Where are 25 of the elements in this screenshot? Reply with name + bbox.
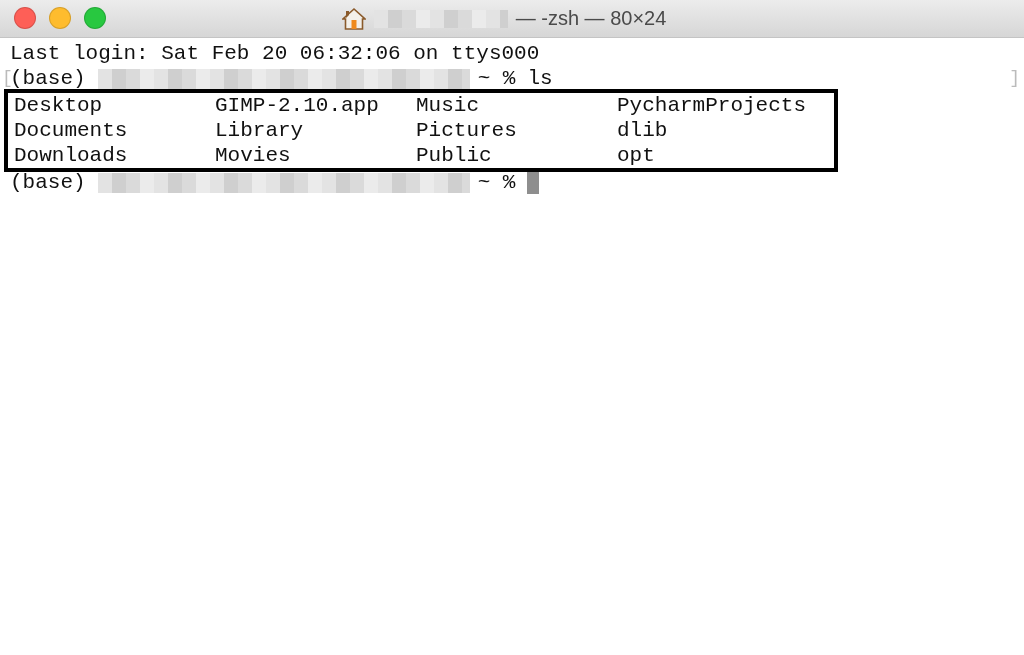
file-name: dlib bbox=[617, 118, 669, 143]
file-name: Public bbox=[416, 143, 493, 168]
prompt-env: (base) bbox=[10, 170, 86, 195]
bracket-mark: [ bbox=[2, 67, 13, 90]
command-text: ls bbox=[527, 66, 553, 91]
house-icon bbox=[341, 6, 366, 31]
file-name: GIMP-2.10.app bbox=[215, 93, 380, 118]
prompt-env: (base) bbox=[10, 66, 86, 91]
file-name: Documents bbox=[14, 118, 129, 143]
minimize-button[interactable] bbox=[49, 7, 71, 29]
file-name: PycharmProjects bbox=[617, 93, 808, 118]
file-name: Pictures bbox=[416, 118, 518, 143]
terminal-text: Last login: Sat Feb 20 06:32:06 on ttys000 bbox=[10, 41, 540, 66]
close-button[interactable] bbox=[14, 7, 36, 29]
file-name: Movies bbox=[215, 143, 292, 168]
file-name: opt bbox=[617, 143, 656, 168]
file-name: Desktop bbox=[14, 93, 104, 118]
prompt-symbol: ~ % bbox=[477, 170, 516, 195]
bracket-mark: ] bbox=[1009, 67, 1020, 90]
window-title: — -zsh — 80×24 bbox=[515, 7, 667, 30]
file-name: Library bbox=[215, 118, 305, 143]
prompt-symbol: ~ % bbox=[477, 66, 516, 91]
file-name: Music bbox=[416, 93, 480, 118]
file-name: Downloads bbox=[14, 143, 129, 168]
zoom-button[interactable] bbox=[84, 7, 106, 29]
